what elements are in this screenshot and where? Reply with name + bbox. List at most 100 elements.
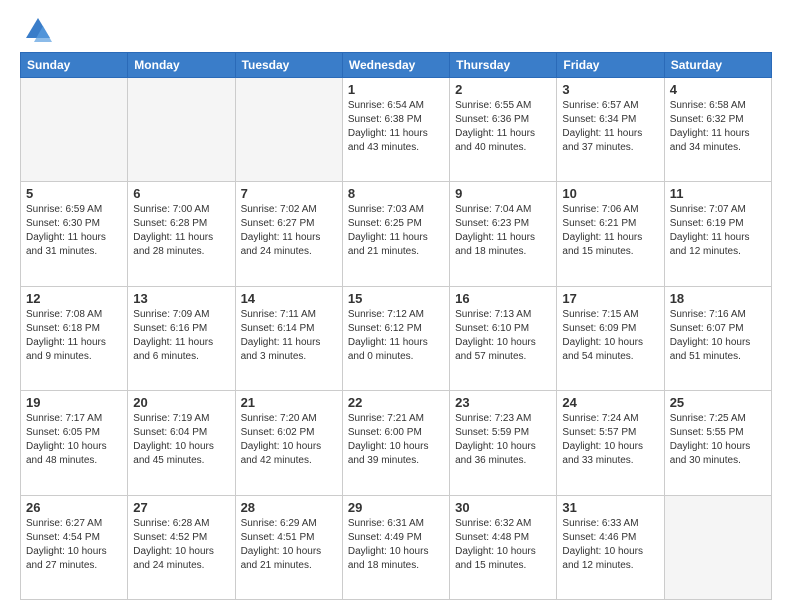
day-info: Sunrise: 7:08 AM Sunset: 6:18 PM Dayligh…: [26, 308, 122, 364]
day-number: 23: [455, 395, 551, 410]
calendar-cell: 13 Sunrise: 7:09 AM Sunset: 6:16 PM Dayli…: [128, 286, 235, 390]
day-number: 19: [26, 395, 122, 410]
weekday-header-friday: Friday: [557, 53, 664, 78]
day-number: 17: [562, 291, 658, 306]
day-number: 8: [348, 186, 444, 201]
logo: [20, 16, 52, 44]
calendar-cell: 6 Sunrise: 7:00 AM Sunset: 6:28 PM Daylig…: [128, 182, 235, 286]
day-number: 27: [133, 500, 229, 515]
day-number: 20: [133, 395, 229, 410]
calendar-cell: 28 Sunrise: 6:29 AM Sunset: 4:51 PM Dayli…: [235, 495, 342, 599]
week-row-1: 5 Sunrise: 6:59 AM Sunset: 6:30 PM Daylig…: [21, 182, 772, 286]
day-info: Sunrise: 6:59 AM Sunset: 6:30 PM Dayligh…: [26, 203, 122, 259]
day-number: 28: [241, 500, 337, 515]
calendar-cell: 20 Sunrise: 7:19 AM Sunset: 6:04 PM Dayli…: [128, 391, 235, 495]
day-info: Sunrise: 7:04 AM Sunset: 6:23 PM Dayligh…: [455, 203, 551, 259]
calendar-cell: 23 Sunrise: 7:23 AM Sunset: 5:59 PM Dayli…: [450, 391, 557, 495]
day-info: Sunrise: 7:19 AM Sunset: 6:04 PM Dayligh…: [133, 412, 229, 468]
calendar-cell: 31 Sunrise: 6:33 AM Sunset: 4:46 PM Dayli…: [557, 495, 664, 599]
day-number: 21: [241, 395, 337, 410]
day-info: Sunrise: 6:29 AM Sunset: 4:51 PM Dayligh…: [241, 517, 337, 573]
week-row-3: 19 Sunrise: 7:17 AM Sunset: 6:05 PM Dayli…: [21, 391, 772, 495]
calendar-cell: 14 Sunrise: 7:11 AM Sunset: 6:14 PM Dayli…: [235, 286, 342, 390]
day-info: Sunrise: 7:00 AM Sunset: 6:28 PM Dayligh…: [133, 203, 229, 259]
day-number: 9: [455, 186, 551, 201]
weekday-header-saturday: Saturday: [664, 53, 771, 78]
day-info: Sunrise: 6:31 AM Sunset: 4:49 PM Dayligh…: [348, 517, 444, 573]
day-number: 25: [670, 395, 766, 410]
day-info: Sunrise: 6:32 AM Sunset: 4:48 PM Dayligh…: [455, 517, 551, 573]
week-row-0: 1Sunrise: 6:54 AM Sunset: 6:38 PM Daylig…: [21, 78, 772, 182]
calendar-cell: 3Sunrise: 6:57 AM Sunset: 6:34 PM Daylig…: [557, 78, 664, 182]
calendar-cell: 7 Sunrise: 7:02 AM Sunset: 6:27 PM Daylig…: [235, 182, 342, 286]
calendar-cell: 8 Sunrise: 7:03 AM Sunset: 6:25 PM Daylig…: [342, 182, 449, 286]
calendar-cell: 25 Sunrise: 7:25 AM Sunset: 5:55 PM Dayli…: [664, 391, 771, 495]
day-info: Sunrise: 7:24 AM Sunset: 5:57 PM Dayligh…: [562, 412, 658, 468]
calendar-table: SundayMondayTuesdayWednesdayThursdayFrid…: [20, 52, 772, 600]
day-number: 31: [562, 500, 658, 515]
weekday-header-monday: Monday: [128, 53, 235, 78]
day-info: Sunrise: 7:02 AM Sunset: 6:27 PM Dayligh…: [241, 203, 337, 259]
calendar-cell: 26Sunrise: 6:27 AM Sunset: 4:54 PM Dayli…: [21, 495, 128, 599]
day-number: 10: [562, 186, 658, 201]
day-number: 29: [348, 500, 444, 515]
day-info: Sunrise: 6:57 AM Sunset: 6:34 PM Dayligh…: [562, 99, 658, 155]
calendar-cell: 22 Sunrise: 7:21 AM Sunset: 6:00 PM Dayli…: [342, 391, 449, 495]
day-info: Sunrise: 7:23 AM Sunset: 5:59 PM Dayligh…: [455, 412, 551, 468]
calendar-cell: 27 Sunrise: 6:28 AM Sunset: 4:52 PM Dayli…: [128, 495, 235, 599]
calendar-cell: 18Sunrise: 7:16 AM Sunset: 6:07 PM Dayli…: [664, 286, 771, 390]
day-info: Sunrise: 7:16 AM Sunset: 6:07 PM Dayligh…: [670, 308, 766, 364]
header: [20, 16, 772, 44]
calendar-cell: 16 Sunrise: 7:13 AM Sunset: 6:10 PM Dayli…: [450, 286, 557, 390]
day-number: 16: [455, 291, 551, 306]
day-number: 5: [26, 186, 122, 201]
calendar-cell: 30 Sunrise: 6:32 AM Sunset: 4:48 PM Dayli…: [450, 495, 557, 599]
day-info: Sunrise: 7:21 AM Sunset: 6:00 PM Dayligh…: [348, 412, 444, 468]
calendar-cell: 24 Sunrise: 7:24 AM Sunset: 5:57 PM Dayli…: [557, 391, 664, 495]
calendar-cell: 15Sunrise: 7:12 AM Sunset: 6:12 PM Dayli…: [342, 286, 449, 390]
day-info: Sunrise: 7:03 AM Sunset: 6:25 PM Dayligh…: [348, 203, 444, 259]
calendar-cell: 21 Sunrise: 7:20 AM Sunset: 6:02 PM Dayli…: [235, 391, 342, 495]
calendar-cell: 10Sunrise: 7:06 AM Sunset: 6:21 PM Dayli…: [557, 182, 664, 286]
day-number: 22: [348, 395, 444, 410]
calendar-cell: 4 Sunrise: 6:58 AM Sunset: 6:32 PM Daylig…: [664, 78, 771, 182]
day-info: Sunrise: 7:25 AM Sunset: 5:55 PM Dayligh…: [670, 412, 766, 468]
day-info: Sunrise: 7:17 AM Sunset: 6:05 PM Dayligh…: [26, 412, 122, 468]
day-number: 7: [241, 186, 337, 201]
day-info: Sunrise: 6:33 AM Sunset: 4:46 PM Dayligh…: [562, 517, 658, 573]
day-number: 1: [348, 82, 444, 97]
day-number: 24: [562, 395, 658, 410]
day-info: Sunrise: 6:28 AM Sunset: 4:52 PM Dayligh…: [133, 517, 229, 573]
weekday-header-thursday: Thursday: [450, 53, 557, 78]
calendar-cell: 17 Sunrise: 7:15 AM Sunset: 6:09 PM Dayli…: [557, 286, 664, 390]
calendar-cell: [664, 495, 771, 599]
calendar-cell: [128, 78, 235, 182]
calendar-cell: 12 Sunrise: 7:08 AM Sunset: 6:18 PM Dayli…: [21, 286, 128, 390]
day-info: Sunrise: 7:20 AM Sunset: 6:02 PM Dayligh…: [241, 412, 337, 468]
logo-icon: [24, 16, 52, 44]
calendar-cell: 5 Sunrise: 6:59 AM Sunset: 6:30 PM Daylig…: [21, 182, 128, 286]
calendar-cell: 29 Sunrise: 6:31 AM Sunset: 4:49 PM Dayli…: [342, 495, 449, 599]
day-info: Sunrise: 7:13 AM Sunset: 6:10 PM Dayligh…: [455, 308, 551, 364]
calendar-cell: 1Sunrise: 6:54 AM Sunset: 6:38 PM Daylig…: [342, 78, 449, 182]
day-info: Sunrise: 7:11 AM Sunset: 6:14 PM Dayligh…: [241, 308, 337, 364]
weekday-header-sunday: Sunday: [21, 53, 128, 78]
day-number: 4: [670, 82, 766, 97]
day-number: 2: [455, 82, 551, 97]
day-number: 15: [348, 291, 444, 306]
page: SundayMondayTuesdayWednesdayThursdayFrid…: [0, 0, 792, 612]
calendar-cell: 2Sunrise: 6:55 AM Sunset: 6:36 PM Daylig…: [450, 78, 557, 182]
day-number: 6: [133, 186, 229, 201]
day-number: 13: [133, 291, 229, 306]
day-info: Sunrise: 7:07 AM Sunset: 6:19 PM Dayligh…: [670, 203, 766, 259]
weekday-header-row: SundayMondayTuesdayWednesdayThursdayFrid…: [21, 53, 772, 78]
calendar-cell: 9 Sunrise: 7:04 AM Sunset: 6:23 PM Daylig…: [450, 182, 557, 286]
day-number: 11: [670, 186, 766, 201]
day-number: 30: [455, 500, 551, 515]
day-info: Sunrise: 6:58 AM Sunset: 6:32 PM Dayligh…: [670, 99, 766, 155]
day-info: Sunrise: 7:15 AM Sunset: 6:09 PM Dayligh…: [562, 308, 658, 364]
day-info: Sunrise: 7:09 AM Sunset: 6:16 PM Dayligh…: [133, 308, 229, 364]
day-number: 12: [26, 291, 122, 306]
calendar-cell: 11 Sunrise: 7:07 AM Sunset: 6:19 PM Dayli…: [664, 182, 771, 286]
day-number: 14: [241, 291, 337, 306]
